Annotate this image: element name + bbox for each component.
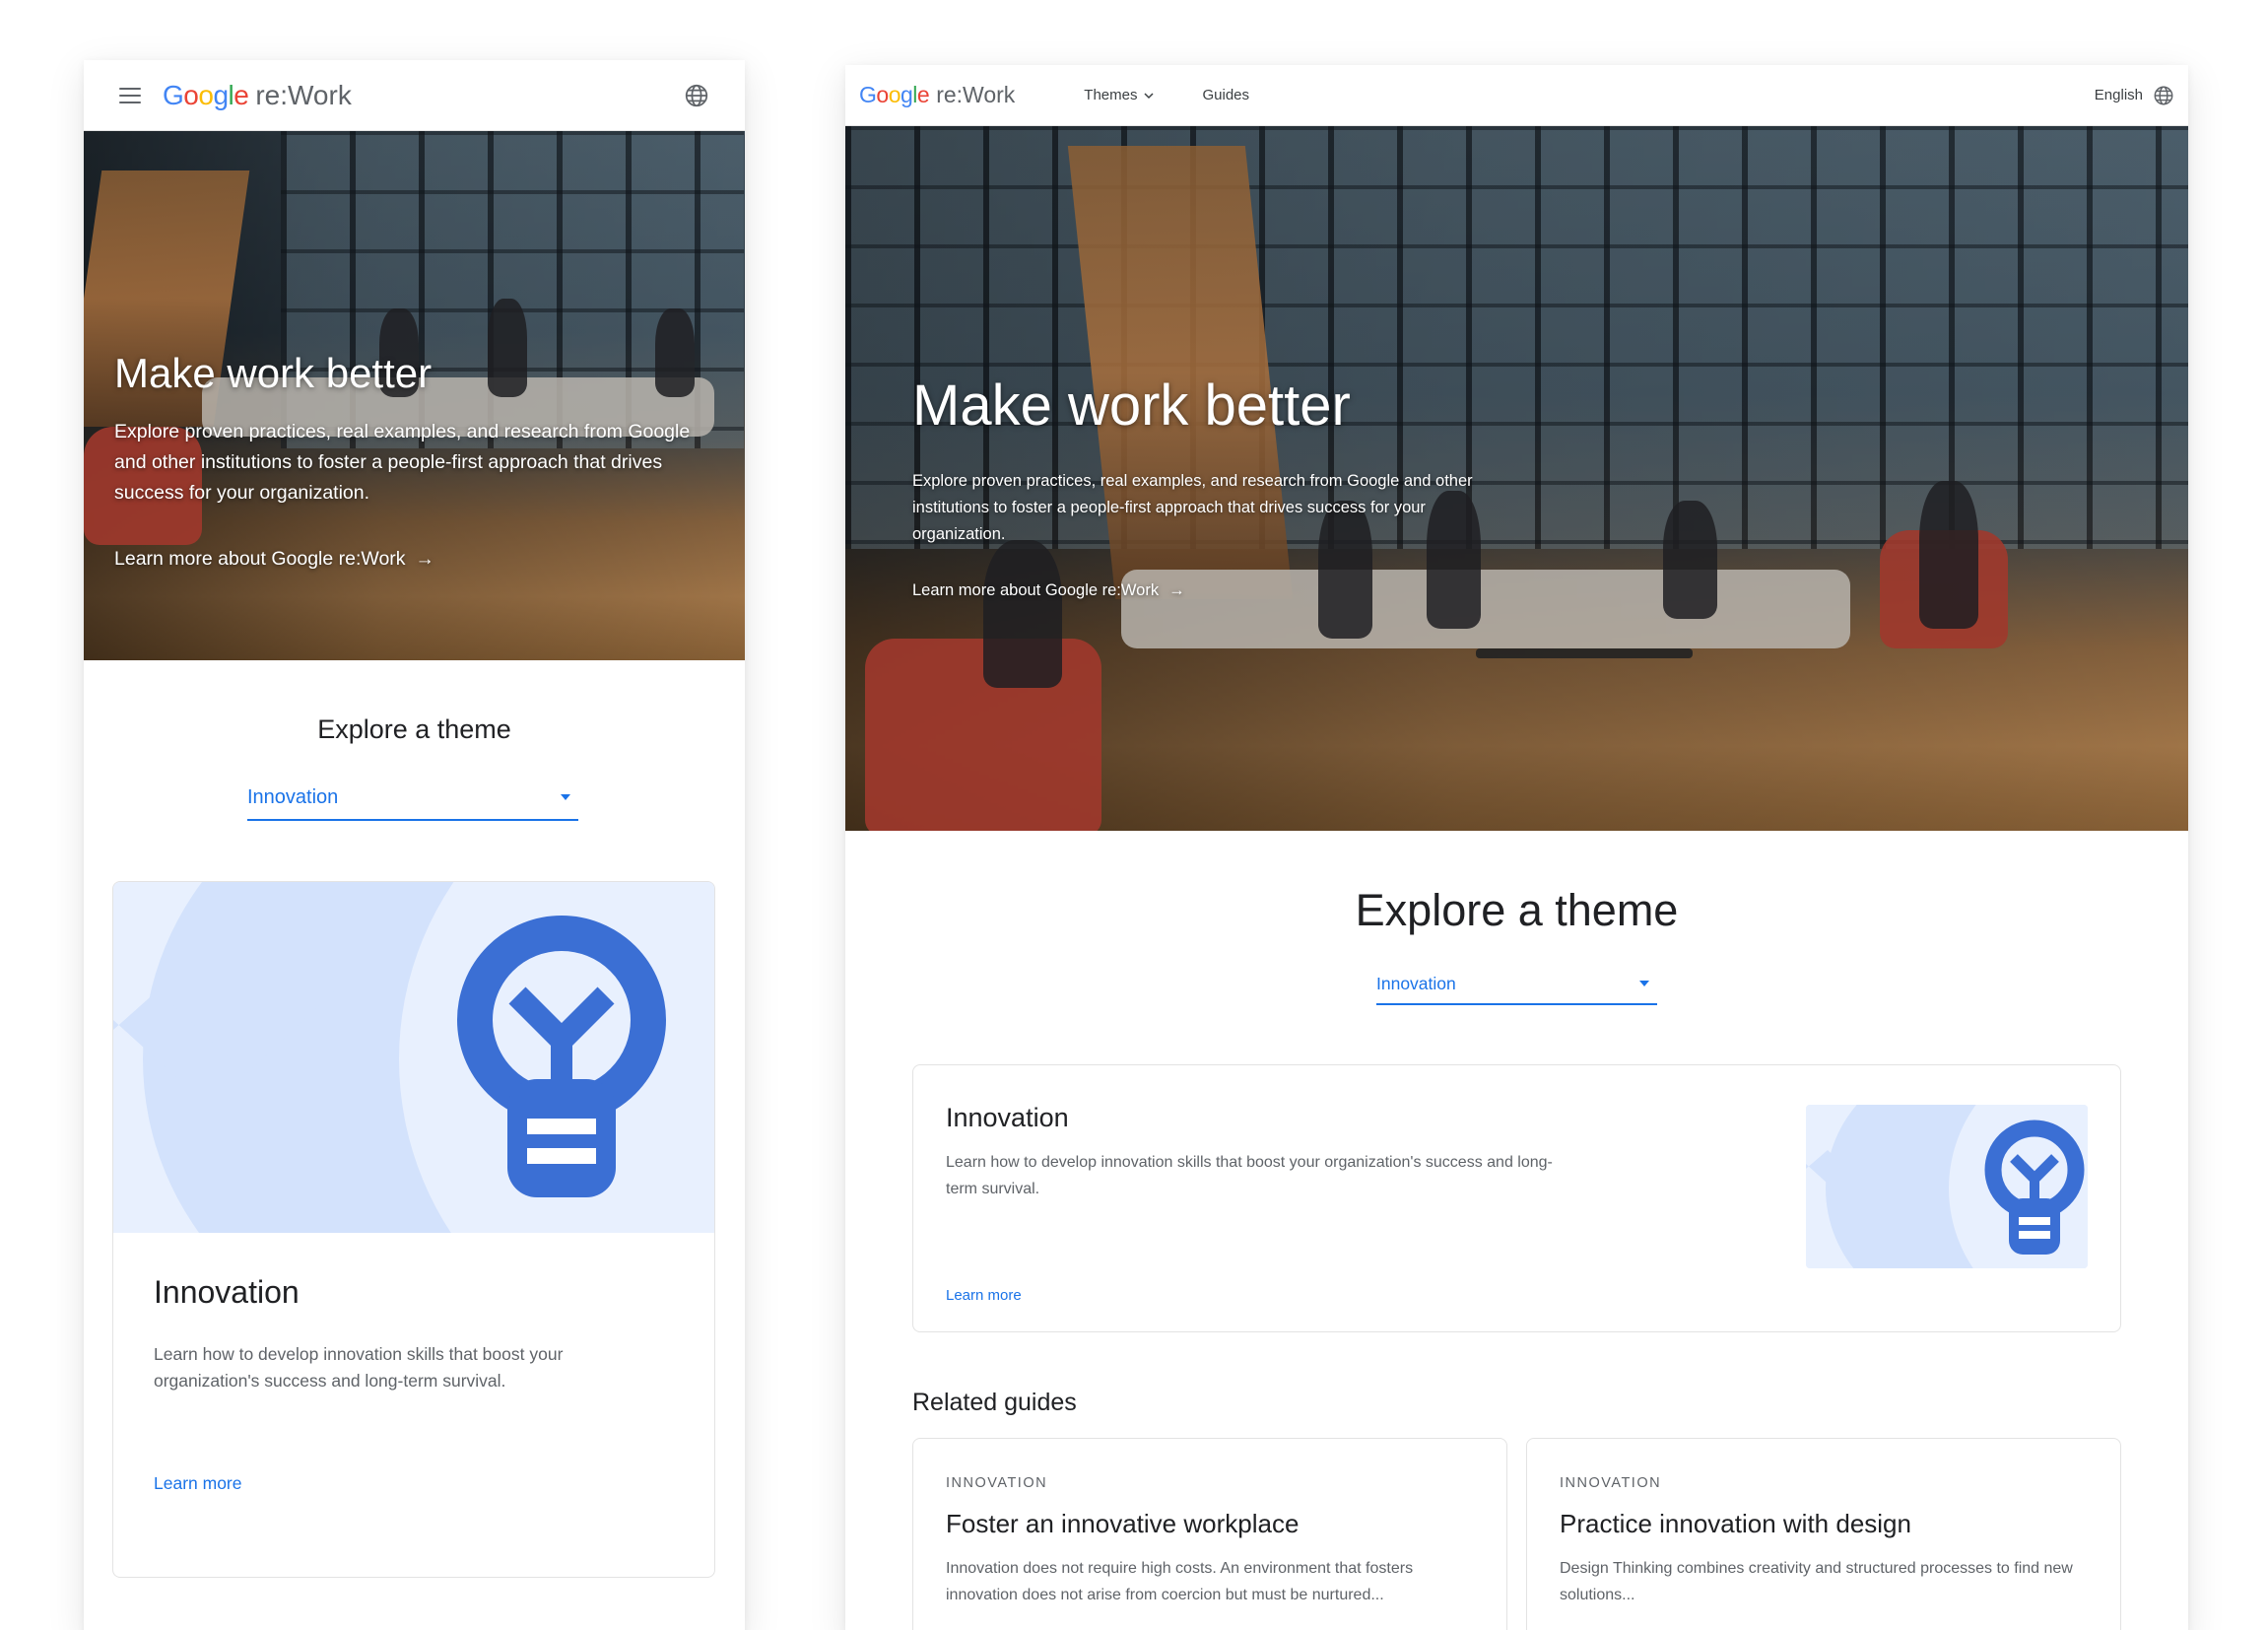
site-header: Google re:Work (84, 60, 745, 131)
hero-banner: Make work better Explore proven practice… (845, 126, 2188, 831)
globe-icon[interactable] (684, 83, 709, 108)
nav-themes[interactable]: Themes (1084, 87, 1155, 103)
language-label: English (2094, 87, 2143, 103)
learn-about-label: Learn more about Google re:Work (114, 548, 406, 570)
guide-description: Design Thinking combines creativity and … (1560, 1560, 2073, 1603)
learn-more-link[interactable]: Learn more (946, 1287, 1022, 1304)
guide-description: Innovation does not require high costs. … (946, 1560, 1414, 1603)
site-header: Google re:Work Themes Guides English (845, 65, 2188, 126)
hero-text: Make work better Explore proven practice… (912, 373, 1503, 600)
hero-text: Make work better Explore proven practice… (114, 350, 705, 571)
theme-card-title: Innovation (946, 1103, 1069, 1132)
lightbulb-icon (1806, 1105, 2088, 1268)
desktop-view: Google re:Work Themes Guides English Mak… (845, 65, 2188, 1630)
nav-guides[interactable]: Guides (1202, 87, 1249, 103)
guide-category: INNOVATION (1560, 1475, 1662, 1491)
arrow-right-icon: → (1168, 581, 1185, 599)
lightbulb-icon (113, 882, 714, 1233)
related-guides-title: Related guides (912, 1389, 1077, 1416)
hero-title: Make work better (912, 374, 1351, 438)
learn-more-link[interactable]: Learn more (154, 1473, 242, 1494)
theme-card-description: Learn how to develop innovation skills t… (154, 1344, 564, 1391)
nav-guides-label: Guides (1202, 87, 1250, 103)
guide-card[interactable]: INNOVATION Practice innovation with desi… (1526, 1438, 2121, 1630)
site-logo[interactable]: Google re:Work (163, 80, 352, 111)
arrow-right-icon: → (415, 548, 435, 570)
theme-card-description: Learn how to develop innovation skills t… (946, 1154, 1553, 1197)
google-logo: Google (163, 79, 249, 110)
site-logo[interactable]: Google re:Work (859, 82, 1015, 108)
theme-select-value: Innovation (247, 785, 339, 808)
theme-illustration (1806, 1105, 2088, 1268)
related-guides-title: Related guides (112, 1624, 316, 1630)
theme-card-title: Innovation (154, 1274, 300, 1310)
logo-suffix: re:Work (255, 79, 352, 110)
chevron-down-icon (1144, 92, 1155, 99)
guide-title: Practice innovation with design (1560, 1509, 1911, 1538)
main-nav: Themes Guides (1084, 87, 1249, 103)
nav-themes-label: Themes (1084, 87, 1138, 103)
learn-about-link[interactable]: Learn more about Google re:Work → (114, 548, 434, 571)
explore-title: Explore a theme (1355, 885, 1679, 935)
hero-description: Explore proven practices, real examples,… (114, 421, 691, 504)
hero-title: Make work better (114, 350, 433, 396)
hero-banner: Make work better Explore proven practice… (84, 131, 745, 660)
dropdown-caret-icon (561, 794, 570, 800)
explore-title: Explore a theme (317, 714, 511, 744)
learn-about-link[interactable]: Learn more about Google re:Work → (912, 581, 1185, 600)
dropdown-caret-icon (1639, 981, 1649, 986)
guide-category: INNOVATION (946, 1475, 1048, 1491)
language-selector[interactable]: English (2095, 85, 2174, 106)
theme-select[interactable]: Innovation (247, 776, 578, 821)
guide-card[interactable]: INNOVATION Foster an innovative workplac… (912, 1438, 1507, 1630)
hero-description: Explore proven practices, real examples,… (912, 472, 1473, 543)
theme-select[interactable]: Innovation (1376, 964, 1657, 1005)
hamburger-menu-icon[interactable] (119, 87, 141, 103)
guide-title: Foster an innovative workplace (946, 1509, 1300, 1538)
theme-select-value: Innovation (1376, 973, 1456, 993)
mobile-view: Google re:Work Make work better Explore … (84, 60, 745, 1630)
logo-suffix: re:Work (936, 82, 1016, 107)
globe-icon (2154, 86, 2173, 104)
google-logo: Google (859, 82, 930, 107)
theme-card: Innovation Learn how to develop innovati… (912, 1064, 2121, 1332)
learn-about-label: Learn more about Google re:Work (912, 581, 1160, 599)
theme-card: Innovation Learn how to develop innovati… (112, 881, 715, 1578)
theme-illustration (113, 882, 714, 1233)
